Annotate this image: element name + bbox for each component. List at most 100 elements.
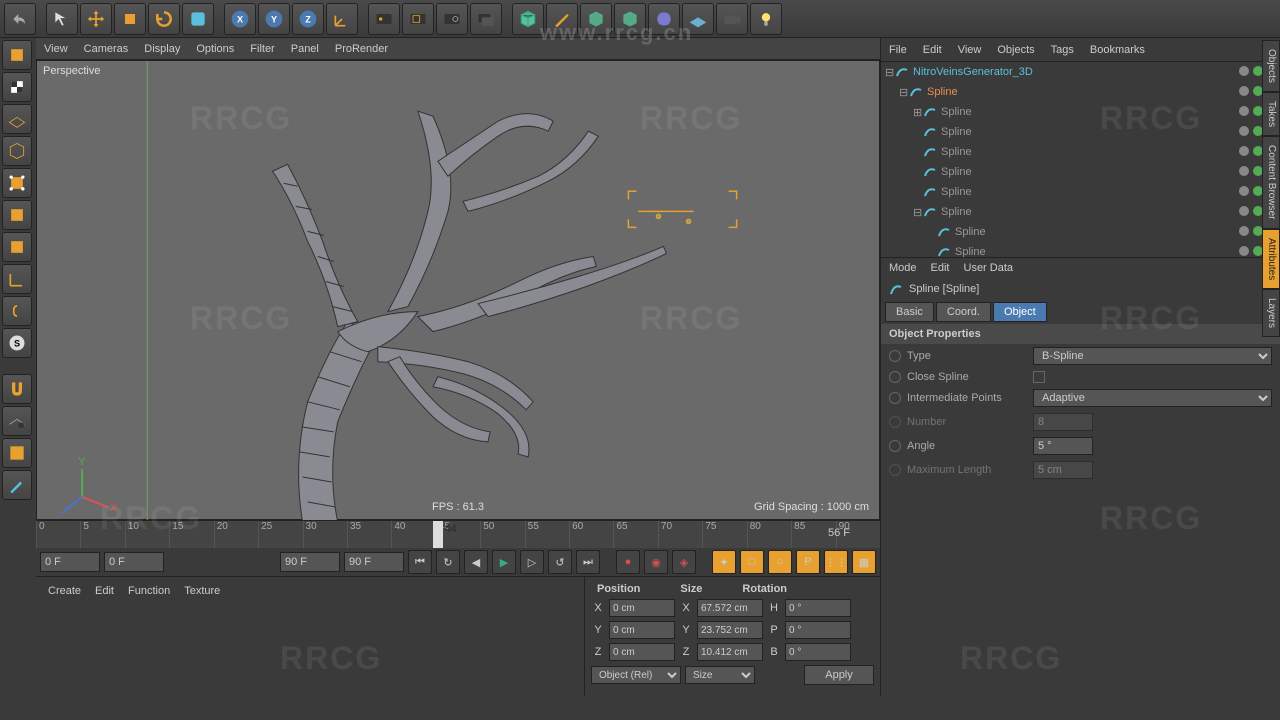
- tree-row[interactable]: ⊟ NitroVeinsGenerator_3D ✓: [881, 62, 1280, 82]
- tree-expand-icon[interactable]: ⊞: [913, 106, 923, 119]
- visibility-dot[interactable]: [1239, 246, 1249, 256]
- workplane-button[interactable]: [2, 104, 32, 134]
- visibility-dot[interactable]: [1239, 66, 1249, 76]
- brush-button[interactable]: [2, 470, 32, 500]
- tab-layers[interactable]: Layers: [1262, 289, 1280, 337]
- axis-button[interactable]: [2, 264, 32, 294]
- mat-menu-create[interactable]: Create: [48, 585, 81, 597]
- rot-h-input[interactable]: [785, 599, 851, 617]
- om-objects[interactable]: Objects: [997, 44, 1034, 56]
- visibility-dot[interactable]: [1239, 86, 1249, 96]
- point-mode-button[interactable]: [2, 168, 32, 198]
- recent-tool-button[interactable]: [182, 3, 214, 35]
- model-mode-button[interactable]: [2, 40, 32, 70]
- scale-key-button[interactable]: □: [740, 550, 764, 574]
- goto-start-button[interactable]: ⏮: [408, 550, 432, 574]
- attr-menu-userdata[interactable]: User Data: [964, 262, 1014, 274]
- om-edit[interactable]: Edit: [923, 44, 942, 56]
- tree-row[interactable]: Spline ✓: [881, 162, 1280, 182]
- snap-s-button[interactable]: S: [2, 328, 32, 358]
- attr-tab-coord[interactable]: Coord.: [936, 302, 991, 322]
- tree-row[interactable]: Spline ✓: [881, 122, 1280, 142]
- visibility-dot[interactable]: [1239, 146, 1249, 156]
- visibility-dot[interactable]: [1239, 226, 1249, 236]
- rotate-button[interactable]: [148, 3, 180, 35]
- attr-angle-input[interactable]: [1033, 437, 1093, 455]
- end-frame-field[interactable]: [344, 552, 404, 572]
- model-button[interactable]: [2, 296, 32, 326]
- vp-menu-filter[interactable]: Filter: [250, 43, 274, 55]
- loop2-button[interactable]: ↺: [548, 550, 572, 574]
- record-button[interactable]: ●: [616, 550, 640, 574]
- keyframe-button[interactable]: ◈: [672, 550, 696, 574]
- visibility-dot[interactable]: [1239, 206, 1249, 216]
- anim-key-button[interactable]: ▦: [852, 550, 876, 574]
- prev-frame-button[interactable]: ◀: [464, 550, 488, 574]
- playhead[interactable]: 44: [433, 521, 443, 548]
- tree-expand-icon[interactable]: ⊟: [899, 86, 909, 99]
- viewport[interactable]: Perspective Y X: [36, 60, 880, 520]
- goto-end-button[interactable]: ⏭: [576, 550, 600, 574]
- tab-content[interactable]: Content Browser: [1262, 136, 1280, 228]
- tree-row[interactable]: ⊟ Spline ✓: [881, 202, 1280, 222]
- om-tags[interactable]: Tags: [1051, 44, 1074, 56]
- om-view[interactable]: View: [958, 44, 982, 56]
- vp-menu-panel[interactable]: Panel: [291, 43, 319, 55]
- mat-menu-edit[interactable]: Edit: [95, 585, 114, 597]
- render-button[interactable]: [368, 3, 400, 35]
- size-y-input[interactable]: [697, 621, 763, 639]
- preview-end-field[interactable]: [280, 552, 340, 572]
- camera-button[interactable]: [716, 3, 748, 35]
- attr-tab-basic[interactable]: Basic: [885, 302, 934, 322]
- undo-button[interactable]: [4, 3, 36, 35]
- tab-takes[interactable]: Takes: [1262, 92, 1280, 136]
- edge-mode-button[interactable]: [2, 200, 32, 230]
- spline-pen-button[interactable]: [546, 3, 578, 35]
- primitive-cube-button[interactable]: [512, 3, 544, 35]
- live-select-button[interactable]: [46, 3, 78, 35]
- attr-intermediate-points-select[interactable]: Adaptive: [1033, 389, 1272, 407]
- scale-button[interactable]: [114, 3, 146, 35]
- mat-menu-function[interactable]: Function: [128, 585, 170, 597]
- vp-menu-cameras[interactable]: Cameras: [84, 43, 129, 55]
- tree-expand-icon[interactable]: ⊟: [885, 66, 895, 79]
- tree-row[interactable]: Spline ✓: [881, 142, 1280, 162]
- light-button[interactable]: [750, 3, 782, 35]
- coord-system-button[interactable]: [326, 3, 358, 35]
- vp-menu-view[interactable]: View: [44, 43, 68, 55]
- rot-p-input[interactable]: [785, 621, 851, 639]
- y-axis-button[interactable]: Y: [258, 3, 290, 35]
- size-z-input[interactable]: [697, 643, 763, 661]
- tree-row[interactable]: Spline ✓: [881, 222, 1280, 242]
- render-settings-button[interactable]: [436, 3, 468, 35]
- pos-z-input[interactable]: [609, 643, 675, 661]
- visibility-dot[interactable]: [1239, 126, 1249, 136]
- attr-tab-object[interactable]: Object: [993, 302, 1047, 322]
- vp-menu-options[interactable]: Options: [196, 43, 234, 55]
- attr-menu-mode[interactable]: Mode: [889, 262, 917, 274]
- tab-objects[interactable]: Objects: [1262, 40, 1280, 92]
- pos-key-button[interactable]: ✦: [712, 550, 736, 574]
- magnet-button[interactable]: [2, 374, 32, 404]
- deformer-button[interactable]: [648, 3, 680, 35]
- param-key-button[interactable]: P: [796, 550, 820, 574]
- tree-row[interactable]: Spline ✓: [881, 182, 1280, 202]
- play-button[interactable]: ▶: [492, 550, 516, 574]
- visibility-dot[interactable]: [1239, 186, 1249, 196]
- floor-button[interactable]: [682, 3, 714, 35]
- edge-tool-button[interactable]: [2, 136, 32, 166]
- visibility-dot[interactable]: [1239, 166, 1249, 176]
- workplane-lock-button[interactable]: [2, 406, 32, 436]
- subdiv-button[interactable]: [580, 3, 612, 35]
- rot-key-button[interactable]: ○: [768, 550, 792, 574]
- vp-menu-prorender[interactable]: ProRender: [335, 43, 388, 55]
- apply-button[interactable]: Apply: [804, 665, 874, 685]
- preview-start-field[interactable]: [104, 552, 164, 572]
- polygon-mode-button[interactable]: [2, 232, 32, 262]
- start-frame-field[interactable]: [40, 552, 100, 572]
- coord-size-select[interactable]: Size: [685, 666, 755, 684]
- size-x-input[interactable]: [697, 599, 763, 617]
- attr-menu-edit[interactable]: Edit: [931, 262, 950, 274]
- tab-attributes[interactable]: Attributes: [1262, 229, 1280, 289]
- tree-row[interactable]: ⊞ Spline ✓: [881, 102, 1280, 122]
